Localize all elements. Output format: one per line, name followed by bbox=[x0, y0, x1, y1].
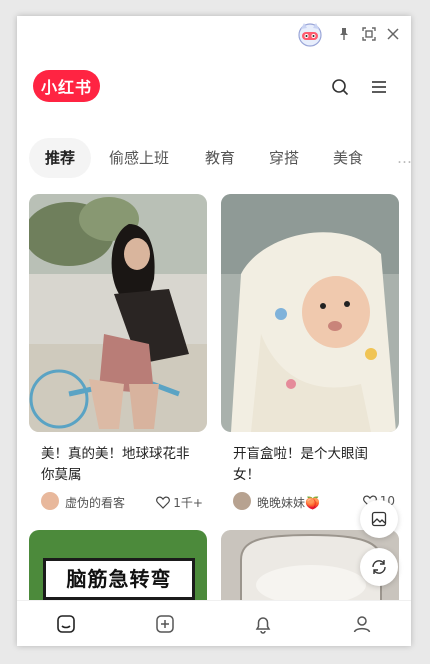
home-icon[interactable] bbox=[54, 612, 78, 636]
bottom-nav bbox=[17, 600, 411, 646]
close-icon[interactable] bbox=[384, 25, 402, 43]
channel-tabs: 推荐 偷感上班 教育 穿搭 美食 … bbox=[17, 138, 411, 178]
like-button[interactable]: 1千+ bbox=[156, 494, 203, 511]
app-logo[interactable]: 小红书 bbox=[33, 70, 100, 102]
author-name[interactable]: 晚晚妹妹🍑 bbox=[257, 494, 320, 511]
card-cover-title: 脑筋急转弯 bbox=[43, 558, 195, 600]
search-icon[interactable] bbox=[329, 76, 351, 98]
image-icon bbox=[371, 511, 387, 527]
app-header: 小红书 bbox=[17, 66, 411, 108]
menu-icon[interactable] bbox=[368, 76, 390, 98]
title-bar bbox=[17, 16, 411, 52]
refresh-icon bbox=[372, 560, 386, 574]
tab-overflow: … bbox=[397, 149, 411, 167]
card-title[interactable]: 美！真的美！地球球花非你莫属 bbox=[41, 444, 201, 486]
tab-recommend[interactable]: 推荐 bbox=[29, 138, 92, 178]
author-name[interactable]: 虚伪的看客 bbox=[65, 494, 125, 511]
like-count: 1千+ bbox=[173, 496, 203, 510]
pin-icon[interactable] bbox=[335, 25, 353, 43]
feed-card[interactable]: 脑筋急转弯 bbox=[29, 530, 207, 610]
bell-icon[interactable] bbox=[251, 612, 275, 636]
tab-slacking[interactable]: 偷感上班 bbox=[109, 138, 169, 178]
refresh-button[interactable] bbox=[360, 548, 398, 586]
tab-education[interactable]: 教育 bbox=[205, 138, 235, 178]
publish-icon[interactable] bbox=[153, 612, 177, 636]
heart-icon bbox=[156, 496, 171, 509]
card-image[interactable] bbox=[29, 194, 207, 432]
profile-icon[interactable] bbox=[350, 612, 374, 636]
tab-outfit[interactable]: 穿搭 bbox=[269, 138, 299, 178]
expand-icon[interactable] bbox=[360, 25, 378, 43]
card-image[interactable] bbox=[221, 194, 399, 432]
image-search-button[interactable] bbox=[360, 500, 398, 538]
app-window: 小红书 推荐 偷感上班 教育 穿搭 美食 … 美！真的美！地球球花非你莫属 虚伪… bbox=[17, 16, 411, 646]
card-meta: 虚伪的看客 1千+ bbox=[41, 492, 205, 512]
card-title[interactable]: 开盲盒啦！是个大眼闺女！ bbox=[233, 444, 393, 486]
mascot-icon[interactable] bbox=[295, 20, 325, 48]
avatar[interactable] bbox=[233, 492, 251, 510]
avatar[interactable] bbox=[41, 492, 59, 510]
tab-food[interactable]: 美食 bbox=[333, 138, 363, 178]
